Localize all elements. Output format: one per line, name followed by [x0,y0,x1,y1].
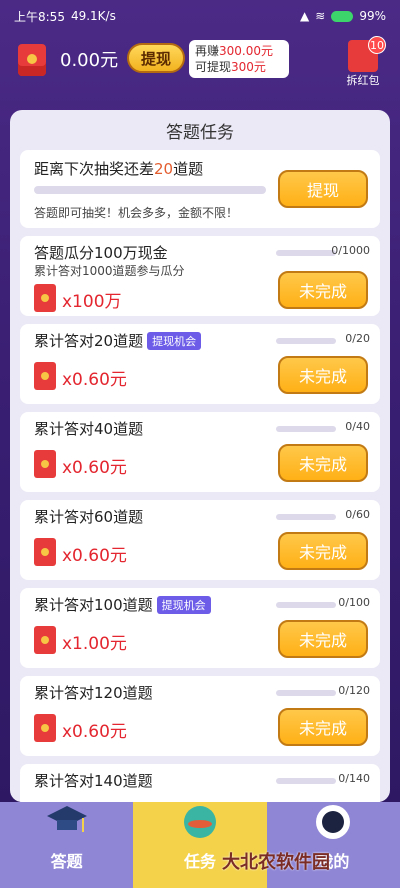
task-progress-bar [276,338,336,344]
progress-remaining: 20 [154,160,174,178]
task-reward: x100万 [62,292,122,312]
task-count: 0/60 [345,508,370,521]
task-title: 答题瓜分100万现金 [34,244,168,262]
task-count: 0/100 [338,596,370,609]
task-status-button[interactable]: 未完成 [278,444,368,482]
earn-value-2: 300元 [231,60,266,74]
task-count: 0/40 [345,420,370,433]
task-subtitle: 累计答对1000道题参与瓜分 [34,264,185,278]
progress-withdraw-button[interactable]: 提现 [278,170,368,208]
progress-suffix: 道题 [173,160,204,178]
header: 0.00元 提现 再赚300.00元 可提现300元 10 拆红包 [0,32,400,92]
battery-icon [331,10,354,22]
task-progress-bar [276,514,336,520]
withdraw-chance-badge: 提现机会 [147,331,202,350]
task-card: 累计答对140道题 0/140 [20,764,380,802]
task-reward: x0.60元 [62,370,127,390]
red-envelope-icon [34,538,56,566]
lottery-progress-card: 距离下次抽奖还差20道题 答题即可抽奖！机会多多，金额不限！ 提现 [20,150,380,228]
bottom-nav: 答题 任务 我的 [0,802,400,888]
task-status-button[interactable]: 未完成 [278,708,368,746]
earn-prefix-2: 可提现 [195,60,232,74]
watermark-text: 大北农软件园 [222,852,330,873]
split-count-badge: 10 [368,36,386,54]
red-envelope-icon [34,626,56,654]
task-card: 累计答对20道题 提现机会 0/20 x0.60元 未完成 [20,324,380,404]
status-time: 上午8:55 [14,9,65,24]
progress-prefix: 距离下次抽奖还差 [34,160,155,178]
task-panel: 答题任务 距离下次抽奖还差20道题 答题即可抽奖！机会多多，金额不限！ 提现 答… [10,110,390,802]
split-label: 拆红包 [346,74,380,87]
red-envelope-icon [34,714,56,742]
task-progress-bar [276,426,336,432]
task-card: 累计答对120道题 0/120 x0.60元 未完成 [20,676,380,756]
task-title: 累计答对100道题 [34,596,153,614]
task-status-button[interactable]: 未完成 [278,620,368,658]
red-envelope-icon [34,450,56,478]
nav-item-answer[interactable]: 答题 [0,802,134,888]
task-card: 累计答对60道题 0/60 x0.60元 未完成 [20,500,380,580]
nav-item-tasks[interactable]: 任务 [133,802,267,888]
task-status-button[interactable]: 未完成 [278,356,368,394]
task-reward: x0.60元 [62,546,127,566]
astronaut-icon [316,805,351,839]
wifi-icon: ≋ [315,9,326,23]
withdraw-button[interactable]: 提现 [127,43,185,73]
task-card: 答题瓜分100万现金 累计答对1000道题参与瓜分 0/1000 x100万 未… [20,236,380,316]
earn-value-1: 300.00元 [219,44,274,58]
lottery-progress-title: 距离下次抽奖还差20道题 [34,158,203,179]
task-progress-bar [276,602,336,608]
task-title: 累计答对60道题 [34,508,144,526]
task-card: 累计答对40道题 0/40 x0.60元 未完成 [20,412,380,492]
signal-icon: ▲ [300,9,310,23]
graduation-cap-icon [46,806,87,832]
nav-label: 答题 [50,852,83,871]
earn-info: 再赚300.00元 可提现300元 [189,40,289,78]
task-title: 累计答对140道题 [34,772,153,790]
lottery-hint: 答题即可抽奖！机会多多，金额不限！ [34,206,239,220]
balance-amount: 0.00元 [60,50,119,71]
task-progress-bar [276,778,336,784]
split-envelope-button[interactable]: 10 拆红包 [340,36,386,88]
task-status-button[interactable]: 未完成 [278,532,368,570]
lottery-progress-bar [34,186,266,194]
task-count: 0/140 [338,772,370,785]
red-envelope-icon [34,284,56,312]
task-reward: x0.60元 [62,458,127,478]
task-count: 0/20 [345,332,370,345]
status-bar: 上午8:55 49.1K/s ▲ ≋ 99% [0,0,400,32]
task-reward: x0.60元 [62,722,127,742]
task-title: 累计答对40道题 [34,420,144,438]
task-reward: x1.00元 [62,634,127,654]
planet-ufo-icon [183,806,216,838]
red-envelope-icon [34,362,56,390]
withdraw-chance-badge: 提现机会 [156,595,211,614]
task-card: 累计答对100道题 提现机会 0/100 x1.00元 未完成 [20,588,380,668]
task-title: 累计答对120道题 [34,684,153,702]
red-envelope-icon [18,44,46,76]
status-speed: 49.1K/s [70,9,116,23]
task-progress-bar [276,250,336,256]
task-count: 0/1000 [331,244,370,257]
earn-prefix-1: 再赚 [195,44,220,58]
task-progress-bar [276,690,336,696]
battery-level: 99% [359,9,386,23]
panel-title: 答题任务 [166,122,234,143]
task-status-button[interactable]: 未完成 [278,271,368,309]
nav-item-mine[interactable]: 我的 [266,802,400,888]
task-title: 累计答对20道题 [34,332,144,350]
task-count: 0/120 [338,684,370,697]
